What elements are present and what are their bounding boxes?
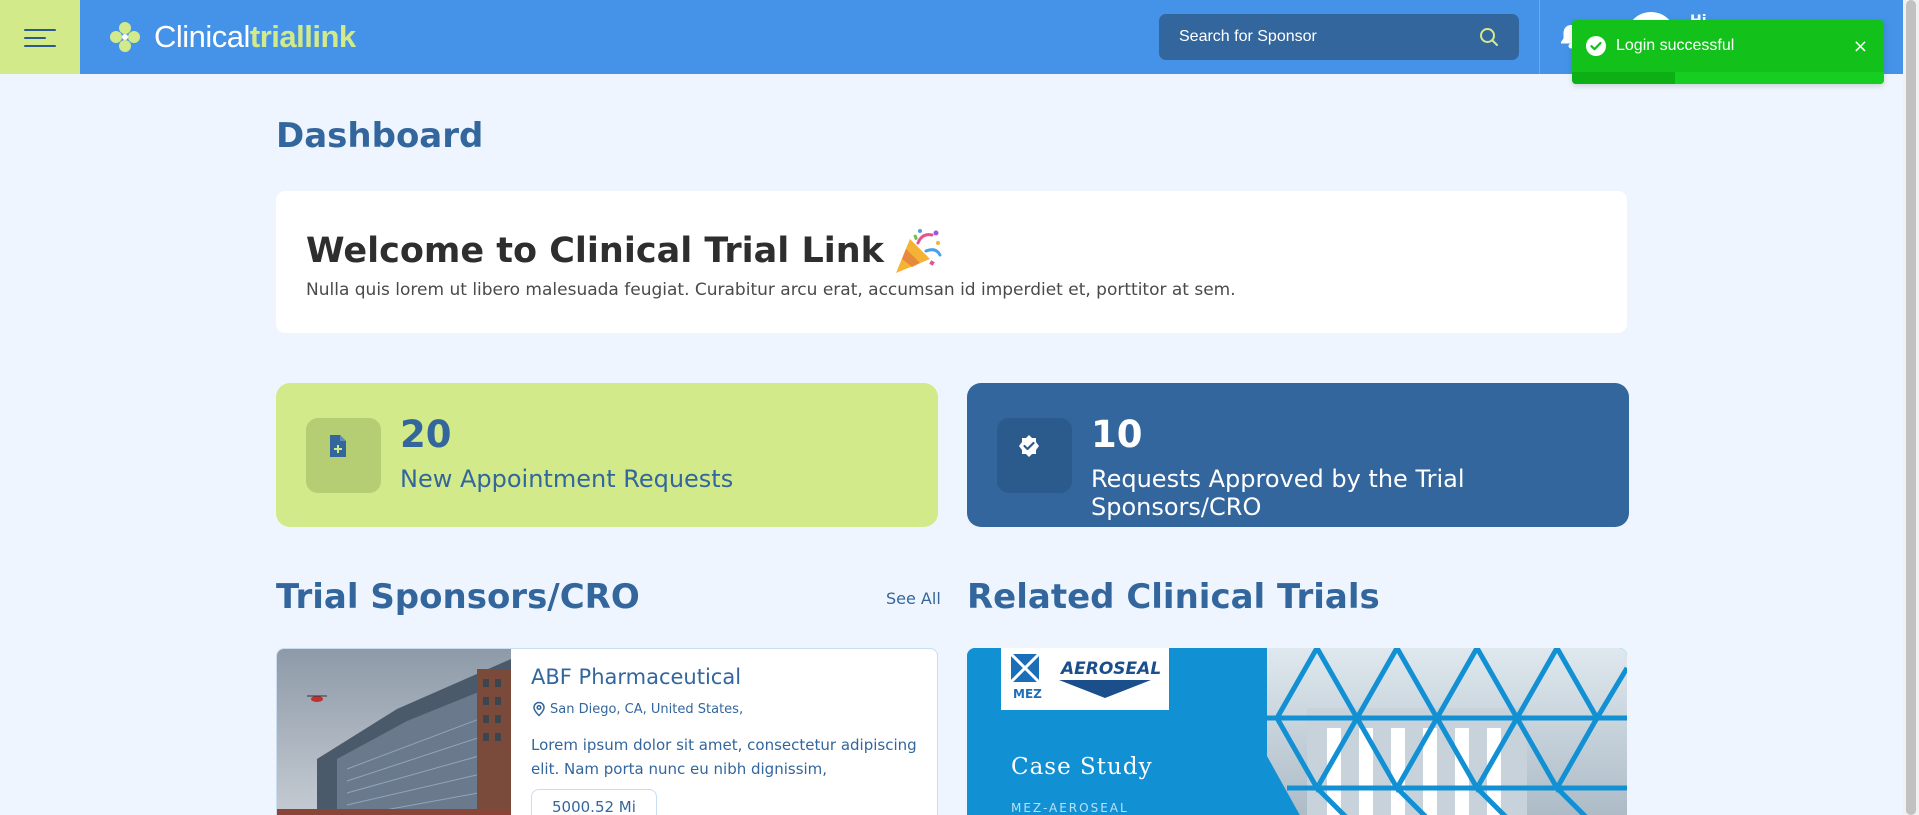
- brand-mark-text: MEZ: [1013, 687, 1042, 701]
- stat-card-approved-requests[interactable]: 10 Requests Approved by the Trial Sponso…: [967, 383, 1629, 527]
- aeroseal-logo: MEZ AEROSEAL: [1001, 648, 1169, 710]
- page-scrollbar-thumb[interactable]: [1906, 0, 1916, 815]
- stat-value: 20: [400, 413, 452, 456]
- menu-toggle-button[interactable]: [0, 0, 80, 74]
- login-success-toast: Login successful ×: [1572, 20, 1884, 84]
- logo-clover-icon: [110, 22, 140, 52]
- search-icon[interactable]: [1479, 27, 1499, 47]
- stat-icon-container: [306, 418, 381, 493]
- stat-label: Requests Approved by the Trial Sponsors/…: [1091, 465, 1465, 521]
- document-plus-icon: [329, 434, 346, 457]
- location-pin-icon: [533, 701, 545, 717]
- case-study-heading: Case Study: [1011, 754, 1153, 780]
- trials-section-title: Related Clinical Trials: [967, 577, 1380, 617]
- sponsor-building-image: [277, 649, 511, 815]
- sponsor-name[interactable]: ABF Pharmaceutical: [531, 665, 741, 689]
- logo-text: Clinicaltriallink: [154, 19, 356, 54]
- brand-text: AEROSEAL: [1059, 659, 1161, 679]
- welcome-banner: Welcome to Clinical Trial Link Nulla qui…: [276, 191, 1627, 333]
- stat-card-new-appointments[interactable]: 20 New Appointment Requests: [276, 383, 938, 527]
- app-logo[interactable]: Clinicaltriallink: [108, 19, 356, 55]
- stat-icon-container: [997, 418, 1072, 493]
- toast-progress-track: [1572, 72, 1675, 84]
- sponsor-description: Lorem ipsum dolor sit amet, consectetur …: [531, 736, 917, 778]
- stat-value: 10: [1091, 413, 1143, 456]
- sponsor-search: [1159, 14, 1519, 60]
- check-circle-icon: [1586, 36, 1606, 56]
- header-divider: [1539, 0, 1540, 74]
- welcome-title: Welcome to Clinical Trial Link: [306, 225, 944, 277]
- case-study-subheading: MEZ-AEROSEAL: [1011, 801, 1129, 815]
- toast-progress-bar: [1675, 72, 1884, 84]
- sponsors-section-title: Trial Sponsors/CRO: [276, 577, 640, 617]
- search-input[interactable]: [1179, 28, 1479, 46]
- hamburger-icon: [24, 29, 56, 31]
- mez-logo-icon: MEZ AEROSEAL: [1009, 652, 1161, 701]
- page-title: Dashboard: [276, 116, 484, 156]
- toast-message: Login successful: [1616, 37, 1735, 54]
- trial-card[interactable]: MEZ AEROSEAL Case Study MEZ-AEROSEAL: [967, 648, 1627, 815]
- toast-close-button[interactable]: ×: [1853, 36, 1868, 57]
- stat-label: New Appointment Requests: [400, 465, 734, 493]
- welcome-description: Nulla quis lorem ut libero malesuada feu…: [306, 280, 1236, 300]
- distance-chip: 5000.52 Mi: [531, 789, 657, 815]
- party-popper-icon: [895, 229, 942, 273]
- check-badge-icon: [1018, 434, 1039, 457]
- sponsor-card[interactable]: ABF Pharmaceutical San Diego, CA, United…: [276, 648, 938, 815]
- sponsor-location: San Diego, CA, United States,: [531, 701, 743, 717]
- see-all-sponsors-link[interactable]: See All: [886, 589, 941, 608]
